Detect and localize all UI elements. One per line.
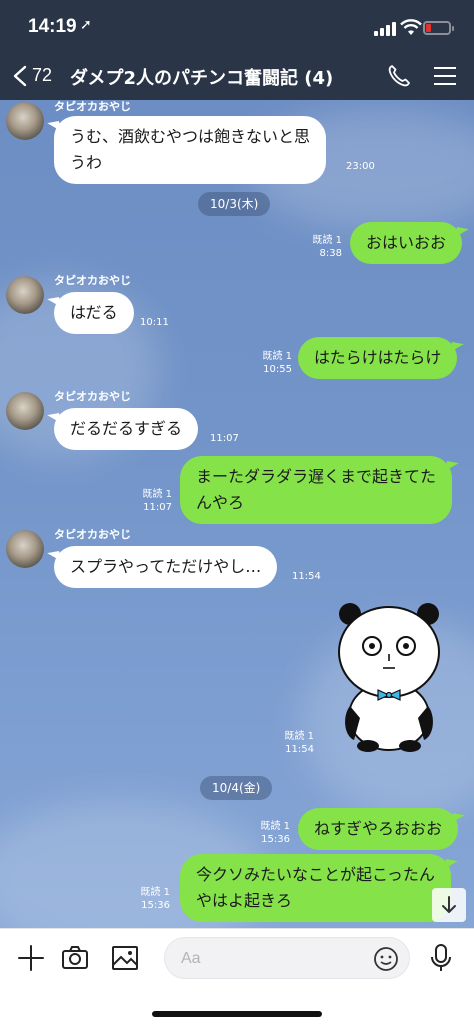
incoming-message[interactable]: だるだるすぎる [54,408,199,450]
message-meta: 既読 1 11:54 [278,730,314,756]
incoming-message[interactable]: うむ、酒飲むやつは飽きないと思 うわ [54,116,327,184]
chat-title: ダメプ2人のパチンコ奮闘記 (4) [70,68,334,89]
image-icon[interactable] [110,943,140,973]
unread-count: 72 [32,65,53,85]
message-input[interactable] [181,946,361,972]
scroll-to-bottom-button[interactable] [432,888,466,922]
avatar[interactable] [6,530,44,568]
arrow-down-icon [442,896,456,913]
message-line: んやろ [196,493,245,512]
status-bar: 14:19 ➚ [0,14,474,42]
back-chevron-icon [13,65,27,87]
read-receipt: 既読 1 [312,235,342,246]
read-receipt: 既読 1 [142,489,172,500]
avatar[interactable] [6,392,44,430]
menu-icon[interactable] [434,66,456,86]
message-meta: 既読 1 8:38 [306,234,342,260]
chat-header: 14:19 ➚ 72 ダメプ2人のパチンコ奮闘記 (4) [0,0,474,100]
phone-icon[interactable] [386,63,412,89]
message-time: 15:36 [261,834,290,845]
message-input-field[interactable] [164,937,410,979]
read-receipt: 既読 1 [262,351,292,362]
date-separator: 10/3(木) [198,192,271,216]
read-receipt: 既読 1 [284,731,314,742]
outgoing-message[interactable]: 今クソみたいなことが起こったん やはよ起きろ [180,854,451,922]
wifi-icon [400,19,422,35]
home-indicator [152,1011,322,1017]
cellular-signal-icon [374,22,396,36]
input-bar [0,928,474,1024]
message-time: 10:55 [263,364,292,375]
camera-icon[interactable] [60,943,90,973]
message-line: うむ、酒飲むやつは飽きないと思 [70,127,311,146]
sender-name: タピオカおやじ [54,528,131,541]
message-line: やはよ起きろ [196,891,293,910]
message-time: 23:00 [346,161,375,172]
message-line: まーたダラダラ遅くまで起きてた [196,467,437,486]
outgoing-message[interactable]: まーたダラダラ遅くまで起きてた んやろ [180,456,453,524]
outgoing-message[interactable]: ねすぎやろおおお [298,808,459,850]
incoming-message[interactable]: スプラやってただけやし… [54,546,278,588]
message-time: 10:11 [140,317,169,328]
outgoing-message[interactable]: はたらけはたらけ [298,337,458,379]
status-time: 14:19 [28,16,77,37]
avatar[interactable] [6,276,44,314]
sender-name: タピオカおやじ [54,100,131,113]
read-receipt: 既読 1 [140,887,170,898]
read-receipt: 既読 1 [260,821,290,832]
message-line: 今クソみたいなことが起こったん [196,865,435,884]
chat-area[interactable]: タピオカおやじ うむ、酒飲むやつは飽きないと思 うわ 23:00 10/3(木)… [0,100,474,928]
avatar[interactable] [6,102,44,140]
message-time: 11:54 [285,744,314,755]
emoji-icon[interactable] [373,946,399,972]
outgoing-message[interactable]: おはいおお [350,222,463,264]
location-icon: ➚ [80,17,92,33]
message-line: うわ [70,153,103,172]
message-time: 15:36 [141,900,170,911]
message-time: 11:07 [143,502,172,513]
sender-name: タピオカおやじ [54,390,131,403]
panda-sticker[interactable] [334,598,444,753]
message-meta: 既読 1 15:36 [254,820,290,846]
battery-icon [423,21,454,35]
message-meta: 既読 1 10:55 [256,350,292,376]
back-button[interactable]: 72 [12,61,72,91]
microphone-icon[interactable] [426,943,456,973]
incoming-message[interactable]: はだる [54,292,134,334]
message-meta: 既読 1 15:36 [134,886,170,912]
sender-name: タピオカおやじ [54,274,131,287]
message-time: 11:54 [292,571,321,582]
message-meta: 既読 1 11:07 [136,488,172,514]
plus-icon[interactable] [16,943,46,973]
date-separator: 10/4(金) [200,776,273,800]
nav-bar: 72 ダメプ2人のパチンコ奮闘記 (4) [0,58,474,94]
message-time: 11:07 [210,433,239,444]
message-time: 8:38 [319,248,342,259]
